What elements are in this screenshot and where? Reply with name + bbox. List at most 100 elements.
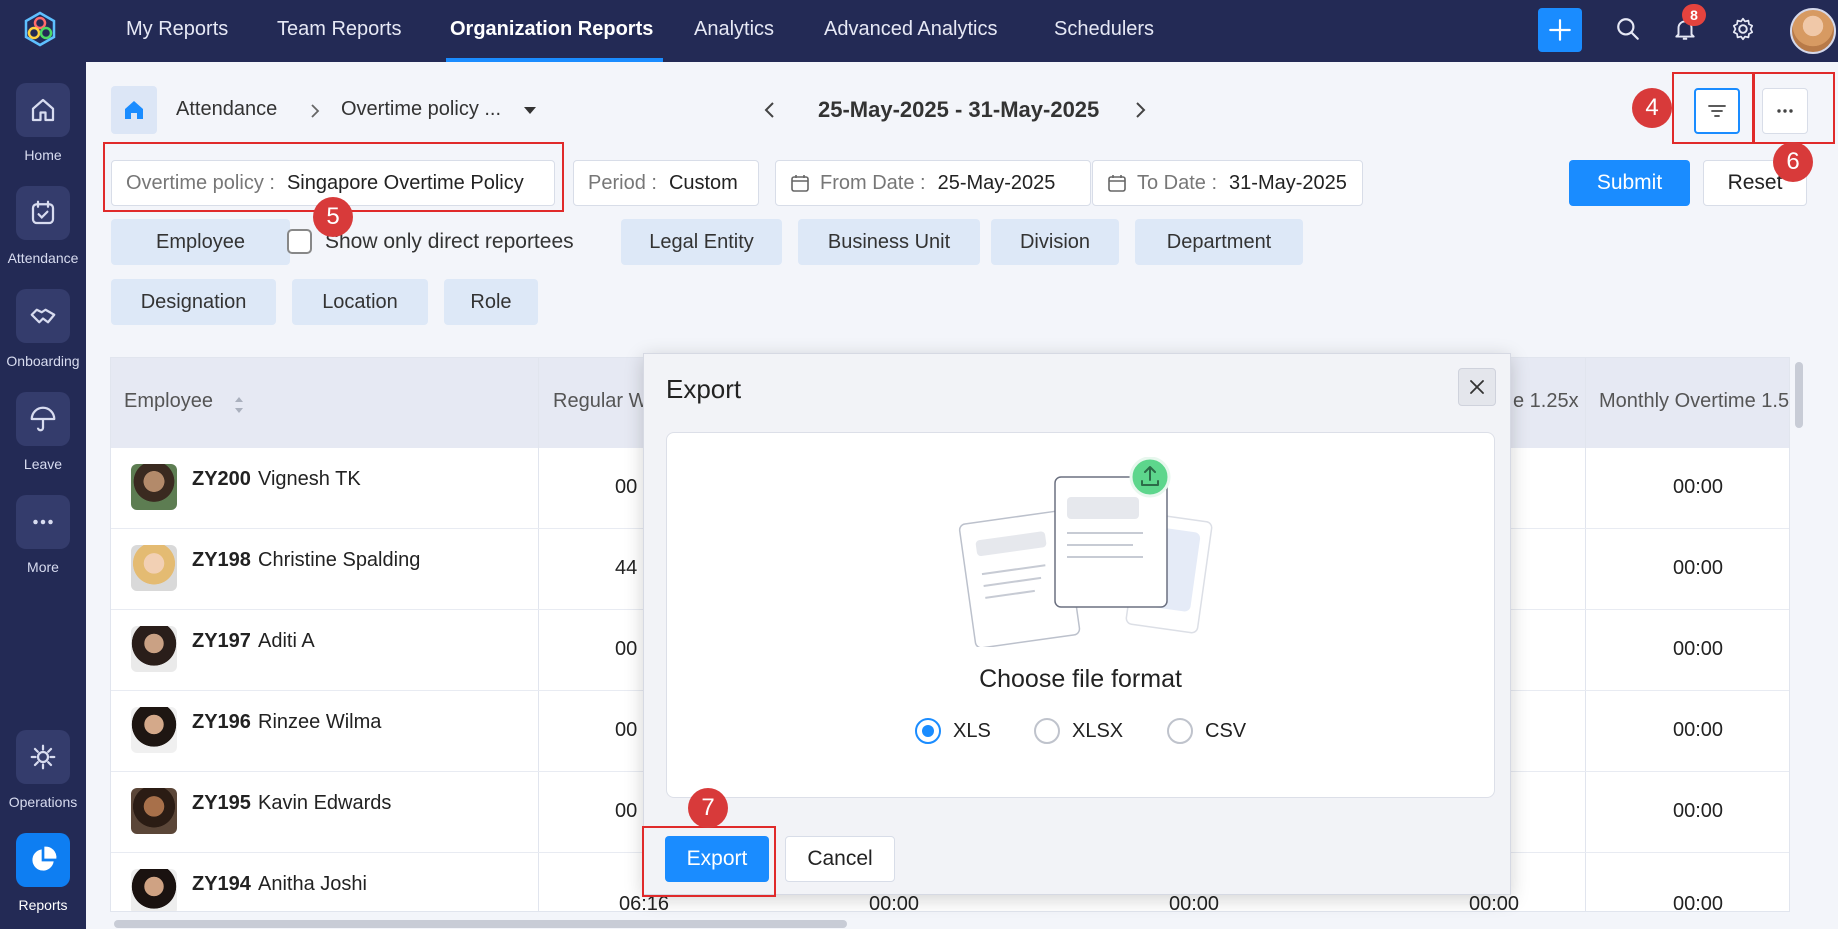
employee-avatar bbox=[131, 788, 177, 834]
column-header-employee[interactable]: Employee bbox=[124, 390, 213, 413]
operations-gear-icon bbox=[30, 744, 56, 770]
search-icon bbox=[1617, 18, 1639, 40]
sidebar-item-onboarding[interactable]: Onboarding bbox=[0, 289, 86, 389]
sidebar-label: Reports bbox=[18, 897, 68, 913]
format-option-csv[interactable]: CSV bbox=[1167, 718, 1246, 744]
cell-value: 00:00 bbox=[1469, 893, 1520, 912]
plus-icon bbox=[1549, 19, 1571, 41]
user-avatar[interactable] bbox=[1790, 8, 1836, 54]
column-header-overtime-125[interactable]: e 1.25x bbox=[1513, 390, 1579, 413]
format-label: XLSX bbox=[1072, 719, 1124, 742]
calendar-check-icon bbox=[31, 200, 55, 225]
field-value: 31-May-2025 bbox=[1229, 171, 1347, 194]
vertical-scrollbar[interactable] bbox=[1795, 362, 1803, 428]
csv-radio[interactable] bbox=[1167, 718, 1193, 744]
horizontal-scrollbar[interactable] bbox=[114, 920, 847, 928]
sidebar-label: Onboarding bbox=[6, 353, 80, 369]
employee-avatar bbox=[131, 869, 177, 911]
cancel-button[interactable]: Cancel bbox=[785, 836, 895, 882]
dialog-title: Export bbox=[666, 374, 742, 404]
sidebar-label: More bbox=[27, 559, 59, 575]
to-date-field[interactable]: To Date : 31-May-2025 bbox=[1092, 160, 1363, 206]
format-option-xlsx[interactable]: XLSX bbox=[1034, 718, 1123, 744]
chevron-right-icon bbox=[311, 104, 320, 118]
column-header-monthly-overtime[interactable]: Monthly Overtime 1.5 bbox=[1599, 390, 1789, 413]
home-breadcrumb-button[interactable] bbox=[111, 86, 157, 134]
close-dialog-button[interactable] bbox=[1458, 368, 1496, 406]
designation-filter-chip[interactable]: Designation bbox=[111, 279, 276, 325]
from-date-field[interactable]: From Date : 25-May-2025 bbox=[775, 160, 1091, 206]
employee-name: Rinzee Wilma bbox=[258, 711, 382, 733]
search-button[interactable] bbox=[1613, 14, 1643, 44]
settings-button[interactable] bbox=[1728, 14, 1758, 44]
home-icon bbox=[125, 101, 143, 119]
tab-advanced-analytics[interactable]: Advanced Analytics bbox=[824, 0, 997, 62]
sidebar: Home Attendance Onboarding Leave More Op… bbox=[0, 0, 86, 929]
tab-analytics[interactable]: Analytics bbox=[694, 0, 774, 62]
regular-work-value: 00 bbox=[615, 476, 638, 498]
tab-my-reports[interactable]: My Reports bbox=[126, 0, 228, 62]
format-label: CSV bbox=[1205, 719, 1247, 742]
department-filter-chip[interactable]: Department bbox=[1135, 219, 1303, 265]
monthly-overtime-value: 00:00 bbox=[1673, 476, 1724, 498]
monthly-overtime-value: 00:00 bbox=[1673, 719, 1724, 741]
employee-id: ZY194 bbox=[192, 873, 251, 895]
regular-work-value: 00 bbox=[615, 800, 638, 822]
sidebar-item-more[interactable]: More bbox=[0, 495, 86, 595]
employee-id: ZY195 bbox=[192, 792, 251, 814]
employee-avatar bbox=[131, 626, 177, 672]
breadcrumb-current-report[interactable]: Overtime policy ... bbox=[341, 98, 501, 121]
previous-period-button[interactable] bbox=[760, 100, 780, 120]
monthly-overtime-value: 00:00 bbox=[1673, 893, 1724, 912]
location-filter-chip[interactable]: Location bbox=[292, 279, 428, 325]
tab-organization-reports[interactable]: Organization Reports bbox=[445, 0, 664, 62]
employee-name: Christine Spalding bbox=[258, 549, 421, 571]
cell-value: 00:00 bbox=[869, 893, 920, 912]
business-unit-filter-chip[interactable]: Business Unit bbox=[798, 219, 980, 265]
role-filter-chip[interactable]: Role bbox=[444, 279, 538, 325]
gear-icon bbox=[1732, 17, 1754, 41]
sidebar-item-operations[interactable]: Operations bbox=[0, 730, 86, 830]
export-documents-illustration-icon bbox=[958, 457, 1213, 647]
sidebar-item-attendance[interactable]: Attendance bbox=[0, 186, 86, 286]
employee-avatar bbox=[131, 464, 177, 510]
xlsx-radio[interactable] bbox=[1034, 718, 1060, 744]
period-field[interactable]: Period : Custom bbox=[573, 160, 759, 206]
field-label: To Date : bbox=[1137, 171, 1218, 194]
file-format-panel: Choose file format XLS XLSX CSV bbox=[666, 432, 1495, 798]
field-label: From Date : bbox=[820, 171, 926, 194]
sort-icon[interactable] bbox=[233, 394, 245, 416]
calendar-icon bbox=[791, 175, 809, 192]
umbrella-icon bbox=[30, 406, 56, 432]
handshake-icon bbox=[30, 308, 56, 324]
annotation-number-4: 4 bbox=[1632, 88, 1672, 128]
add-button[interactable] bbox=[1538, 8, 1582, 52]
sidebar-item-reports[interactable]: Reports bbox=[0, 833, 86, 929]
breadcrumb-attendance[interactable]: Attendance bbox=[176, 98, 277, 121]
sidebar-item-leave[interactable]: Leave bbox=[0, 392, 86, 492]
employee-name: Anitha Joshi bbox=[258, 873, 367, 895]
sidebar-label: Attendance bbox=[7, 250, 79, 266]
more-dots-icon bbox=[33, 519, 53, 525]
annotation-highlight-export bbox=[642, 826, 776, 897]
app-logo-icon bbox=[24, 11, 56, 47]
legal-entity-filter-chip[interactable]: Legal Entity bbox=[621, 219, 782, 265]
next-period-button[interactable] bbox=[1130, 100, 1150, 120]
annotation-number-6: 6 bbox=[1773, 142, 1813, 182]
format-option-xls[interactable]: XLS bbox=[915, 718, 991, 744]
format-label: XLS bbox=[953, 719, 991, 742]
division-filter-chip[interactable]: Division bbox=[991, 219, 1119, 265]
tab-team-reports[interactable]: Team Reports bbox=[277, 0, 402, 62]
employee-id: ZY198 bbox=[192, 549, 251, 571]
submit-button[interactable]: Submit bbox=[1569, 160, 1690, 206]
export-dialog: Export Choose file format XLS XLSX CSV E… bbox=[643, 353, 1511, 895]
column-header-regular-work[interactable]: Regular W bbox=[553, 390, 647, 413]
regular-work-value: 00 bbox=[615, 719, 638, 741]
xls-radio[interactable] bbox=[915, 718, 941, 744]
employee-name: Kavin Edwards bbox=[258, 792, 392, 814]
direct-reportees-checkbox[interactable] bbox=[287, 229, 312, 254]
sidebar-item-home[interactable]: Home bbox=[0, 83, 86, 183]
caret-down-icon[interactable] bbox=[523, 106, 537, 116]
tab-schedulers[interactable]: Schedulers bbox=[1054, 0, 1154, 62]
employee-filter-chip[interactable]: Employee bbox=[111, 219, 290, 265]
